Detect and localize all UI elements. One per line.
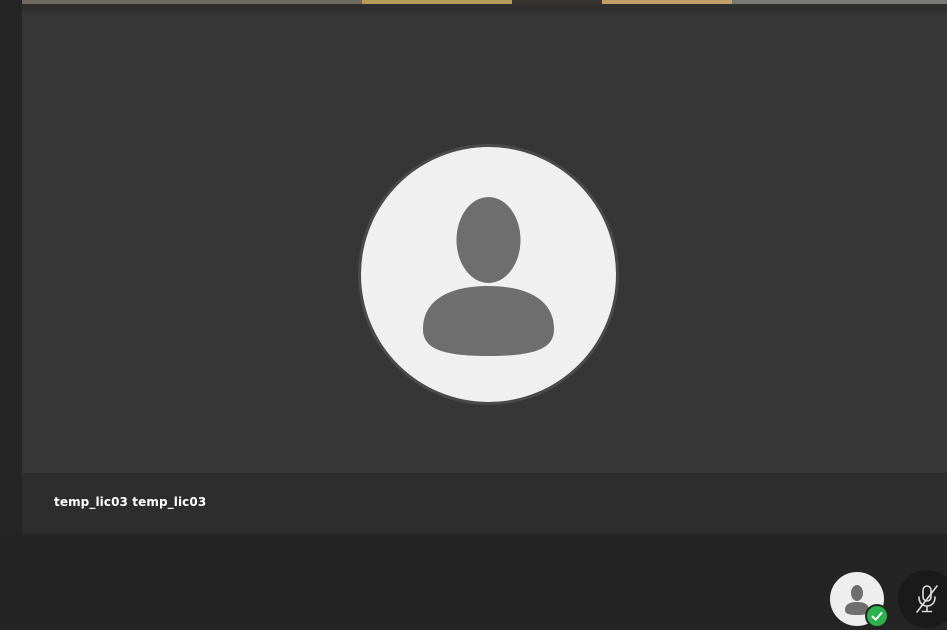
- person-silhouette-icon: [423, 197, 554, 356]
- video-frame-edge: [512, 0, 602, 4]
- video-frame-edge: [732, 0, 947, 4]
- video-frame-edge: [22, 0, 362, 4]
- participant-name: temp_lic03 temp_lic03: [54, 495, 207, 509]
- participant-avatar: [361, 147, 616, 402]
- self-avatar-button[interactable]: [830, 572, 887, 626]
- microphone-muted-icon: [916, 585, 938, 613]
- status-badge: [867, 606, 887, 626]
- mute-toggle-button[interactable]: [898, 570, 947, 628]
- participant-video-area: [22, 12, 947, 473]
- checkmark-icon: [871, 612, 883, 621]
- participant-caption: temp_lic03 temp_lic03: [22, 473, 947, 534]
- video-frame-edge: [602, 0, 732, 4]
- participant-tile[interactable]: temp_lic03 temp_lic03: [22, 12, 947, 534]
- call-controls-bar: [0, 534, 947, 630]
- video-frame-edge: [362, 0, 512, 4]
- adjacent-video-tile[interactable]: [22, 0, 947, 12]
- meeting-view: temp_lic03 temp_lic03: [0, 0, 947, 630]
